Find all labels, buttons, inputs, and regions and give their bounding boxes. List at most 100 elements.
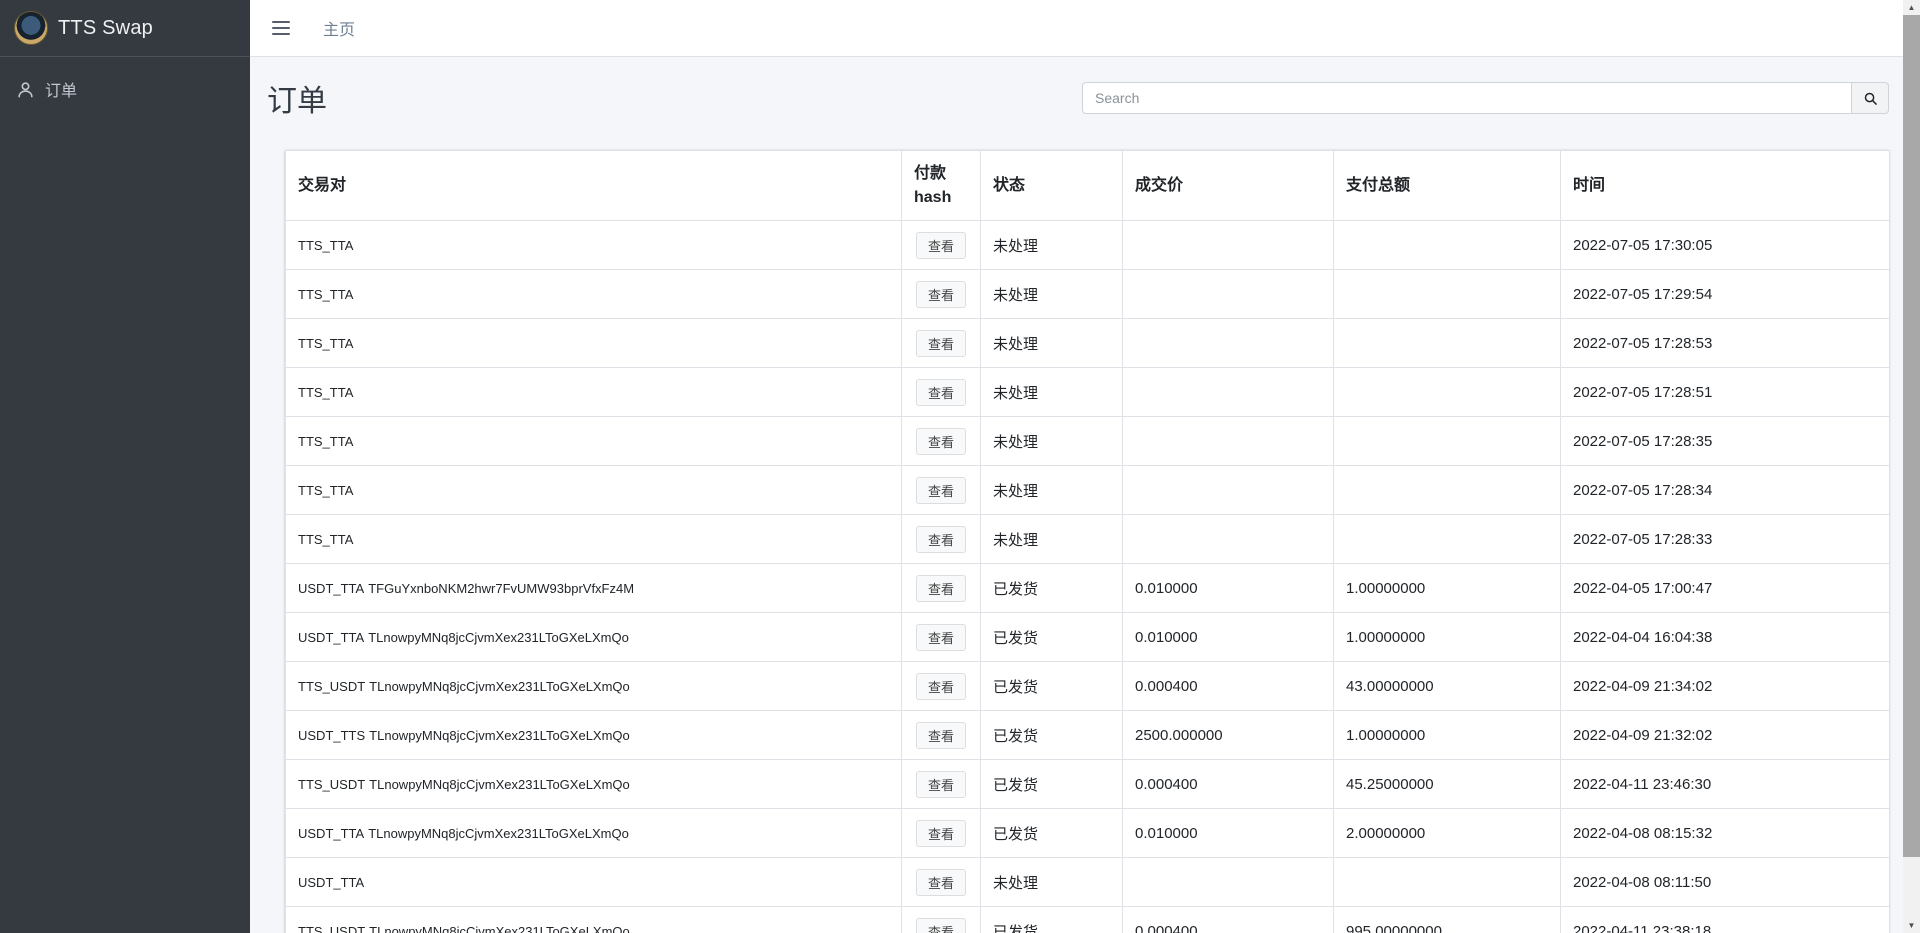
hash-button-cell: 查看 [902,858,981,907]
view-button[interactable]: 查看 [916,673,966,700]
hash-button-cell: 查看 [902,907,981,933]
view-button[interactable]: 查看 [916,281,966,308]
table-row: USDT_TTA TLnowpyMNq8jcCjvmXex231LToGXeLXm… [286,809,1890,858]
hash-button-cell: 查看 [902,319,981,368]
view-button[interactable]: 查看 [916,477,966,504]
pair-text: TTS_USDT [298,679,365,694]
pair-cell: TTS_USDTTLnowpyMNq8jcCjvmXex231LToGXeLXm… [286,907,902,933]
time-cell: 2022-04-09 21:32:02 [1561,711,1890,760]
view-button[interactable]: 查看 [916,722,966,749]
pair-cell: TTS_TTA [286,270,902,319]
view-button[interactable]: 查看 [916,869,966,896]
pair-cell: TTS_TTA [286,417,902,466]
price-cell [1123,368,1334,417]
sidebar: TTS Swap 订单 [0,0,250,933]
time-cell: 2022-04-11 23:46:30 [1561,760,1890,809]
status-cell: 未处理 [981,858,1123,907]
pair-cell: USDT_TTA [286,858,902,907]
scrollbar-thumb[interactable] [1903,15,1920,857]
table-row: USDT_TTA 查看 未处理 2022-04-08 08:11:50 [286,858,1890,907]
brand-title: TTS Swap [58,17,153,40]
search-group [1082,82,1889,114]
page-title: 订单 [267,76,327,120]
total-cell: 45.25000000 [1334,760,1561,809]
time-cell: 2022-04-11 23:38:18 [1561,907,1890,933]
view-button[interactable]: 查看 [916,918,966,933]
view-button[interactable]: 查看 [916,771,966,798]
table-row: TTS_USDTTLnowpyMNq8jcCjvmXex231LToGXeLXm… [286,662,1890,711]
header-price: 成交价 [1123,151,1334,221]
hash-text: TLnowpyMNq8jcCjvmXex231LToGXeLXmQo [368,826,629,841]
total-cell: 43.00000000 [1334,662,1561,711]
table-row: USDT_TTATLnowpyMNq8jcCjvmXex231LToGXeLXm… [286,613,1890,662]
price-cell: 0.000400 [1123,662,1334,711]
status-cell: 未处理 [981,368,1123,417]
hash-button-cell: 查看 [902,270,981,319]
time-cell: 2022-04-08 08:15:32 [1561,809,1890,858]
hash-button-cell: 查看 [902,662,981,711]
time-cell: 2022-07-05 17:28:35 [1561,417,1890,466]
table-row: USDT_TTATFGuYxnboNKM2hwr7FvUMW93bprVfxFz… [286,564,1890,613]
total-cell [1334,319,1561,368]
hash-text: TFGuYxnboNKM2hwr7FvUMW93bprVfxFz4M [368,581,634,596]
hash-button-cell: 查看 [902,466,981,515]
status-cell: 已发货 [981,613,1123,662]
pair-text: TTS_TTA [298,385,353,400]
table-header-row: 交易对 付款 hash 状态 成交价 支付总额 时间 [286,151,1890,221]
nav-link-home[interactable]: 主页 [323,16,355,40]
table-row: TTS_TTA 查看 未处理 2022-07-05 17:28:34 [286,466,1890,515]
price-cell: 0.000400 [1123,760,1334,809]
view-button[interactable]: 查看 [916,624,966,651]
scroll-up-icon[interactable]: ▲ [1903,0,1920,15]
hamburger-icon[interactable] [272,21,290,35]
table-body: TTS_TTA 查看 未处理 2022-07-05 17:30:05 TTS_T… [286,221,1890,933]
hash-button-cell: 查看 [902,417,981,466]
view-button[interactable]: 查看 [916,232,966,259]
scroll-down-icon[interactable]: ▼ [1903,918,1920,933]
view-button[interactable]: 查看 [916,428,966,455]
view-button[interactable]: 查看 [916,820,966,847]
search-input[interactable] [1082,82,1851,114]
pair-text: TTS_TTA [298,238,353,253]
header-time: 时间 [1561,151,1890,221]
pair-cell: TTS_TTA [286,319,902,368]
total-cell: 2.00000000 [1334,809,1561,858]
total-cell [1334,270,1561,319]
time-cell: 2022-07-05 17:30:05 [1561,221,1890,270]
status-cell: 未处理 [981,466,1123,515]
search-button[interactable] [1851,82,1889,114]
price-cell: 2500.000000 [1123,711,1334,760]
price-cell [1123,319,1334,368]
pair-text: TTS_TTA [298,287,353,302]
hash-button-cell: 查看 [902,613,981,662]
brand[interactable]: TTS Swap [0,0,250,57]
search-icon [1863,91,1878,106]
price-cell: 0.010000 [1123,564,1334,613]
table-row: TTS_TTA 查看 未处理 2022-07-05 17:28:33 [286,515,1890,564]
view-button[interactable]: 查看 [916,526,966,553]
view-button[interactable]: 查看 [916,575,966,602]
table-row: TTS_USDTTLnowpyMNq8jcCjvmXex231LToGXeLXm… [286,760,1890,809]
pair-cell: USDT_TTA TLnowpyMNq8jcCjvmXex231LToGXeLXm… [286,809,902,858]
view-button[interactable]: 查看 [916,379,966,406]
table-row: TTS_USDTTLnowpyMNq8jcCjvmXex231LToGXeLXm… [286,907,1890,933]
time-cell: 2022-07-05 17:28:53 [1561,319,1890,368]
status-cell: 已发货 [981,662,1123,711]
vertical-scrollbar[interactable]: ▲ ▼ [1903,0,1920,933]
content-body: 交易对 付款 hash 状态 成交价 支付总额 时间 TTS_TTA 查看 未处… [250,121,1920,933]
sidebar-item-orders[interactable]: 订单 [8,67,242,111]
hash-text: TLnowpyMNq8jcCjvmXex231LToGXeLXmQo [369,777,630,792]
hash-button-cell: 查看 [902,711,981,760]
time-cell: 2022-07-05 17:29:54 [1561,270,1890,319]
status-cell: 已发货 [981,564,1123,613]
price-cell [1123,270,1334,319]
price-cell [1123,515,1334,564]
view-button[interactable]: 查看 [916,330,966,357]
pair-text: USDT_TTA [298,826,364,841]
content-header: 订单 [250,57,1920,121]
total-cell: 1.00000000 [1334,613,1561,662]
pair-cell: TTS_USDTTLnowpyMNq8jcCjvmXex231LToGXeLXm… [286,760,902,809]
main-area: 主页 订单 [250,0,1920,933]
status-cell: 已发货 [981,907,1123,933]
pair-text: TTS_TTA [298,483,353,498]
